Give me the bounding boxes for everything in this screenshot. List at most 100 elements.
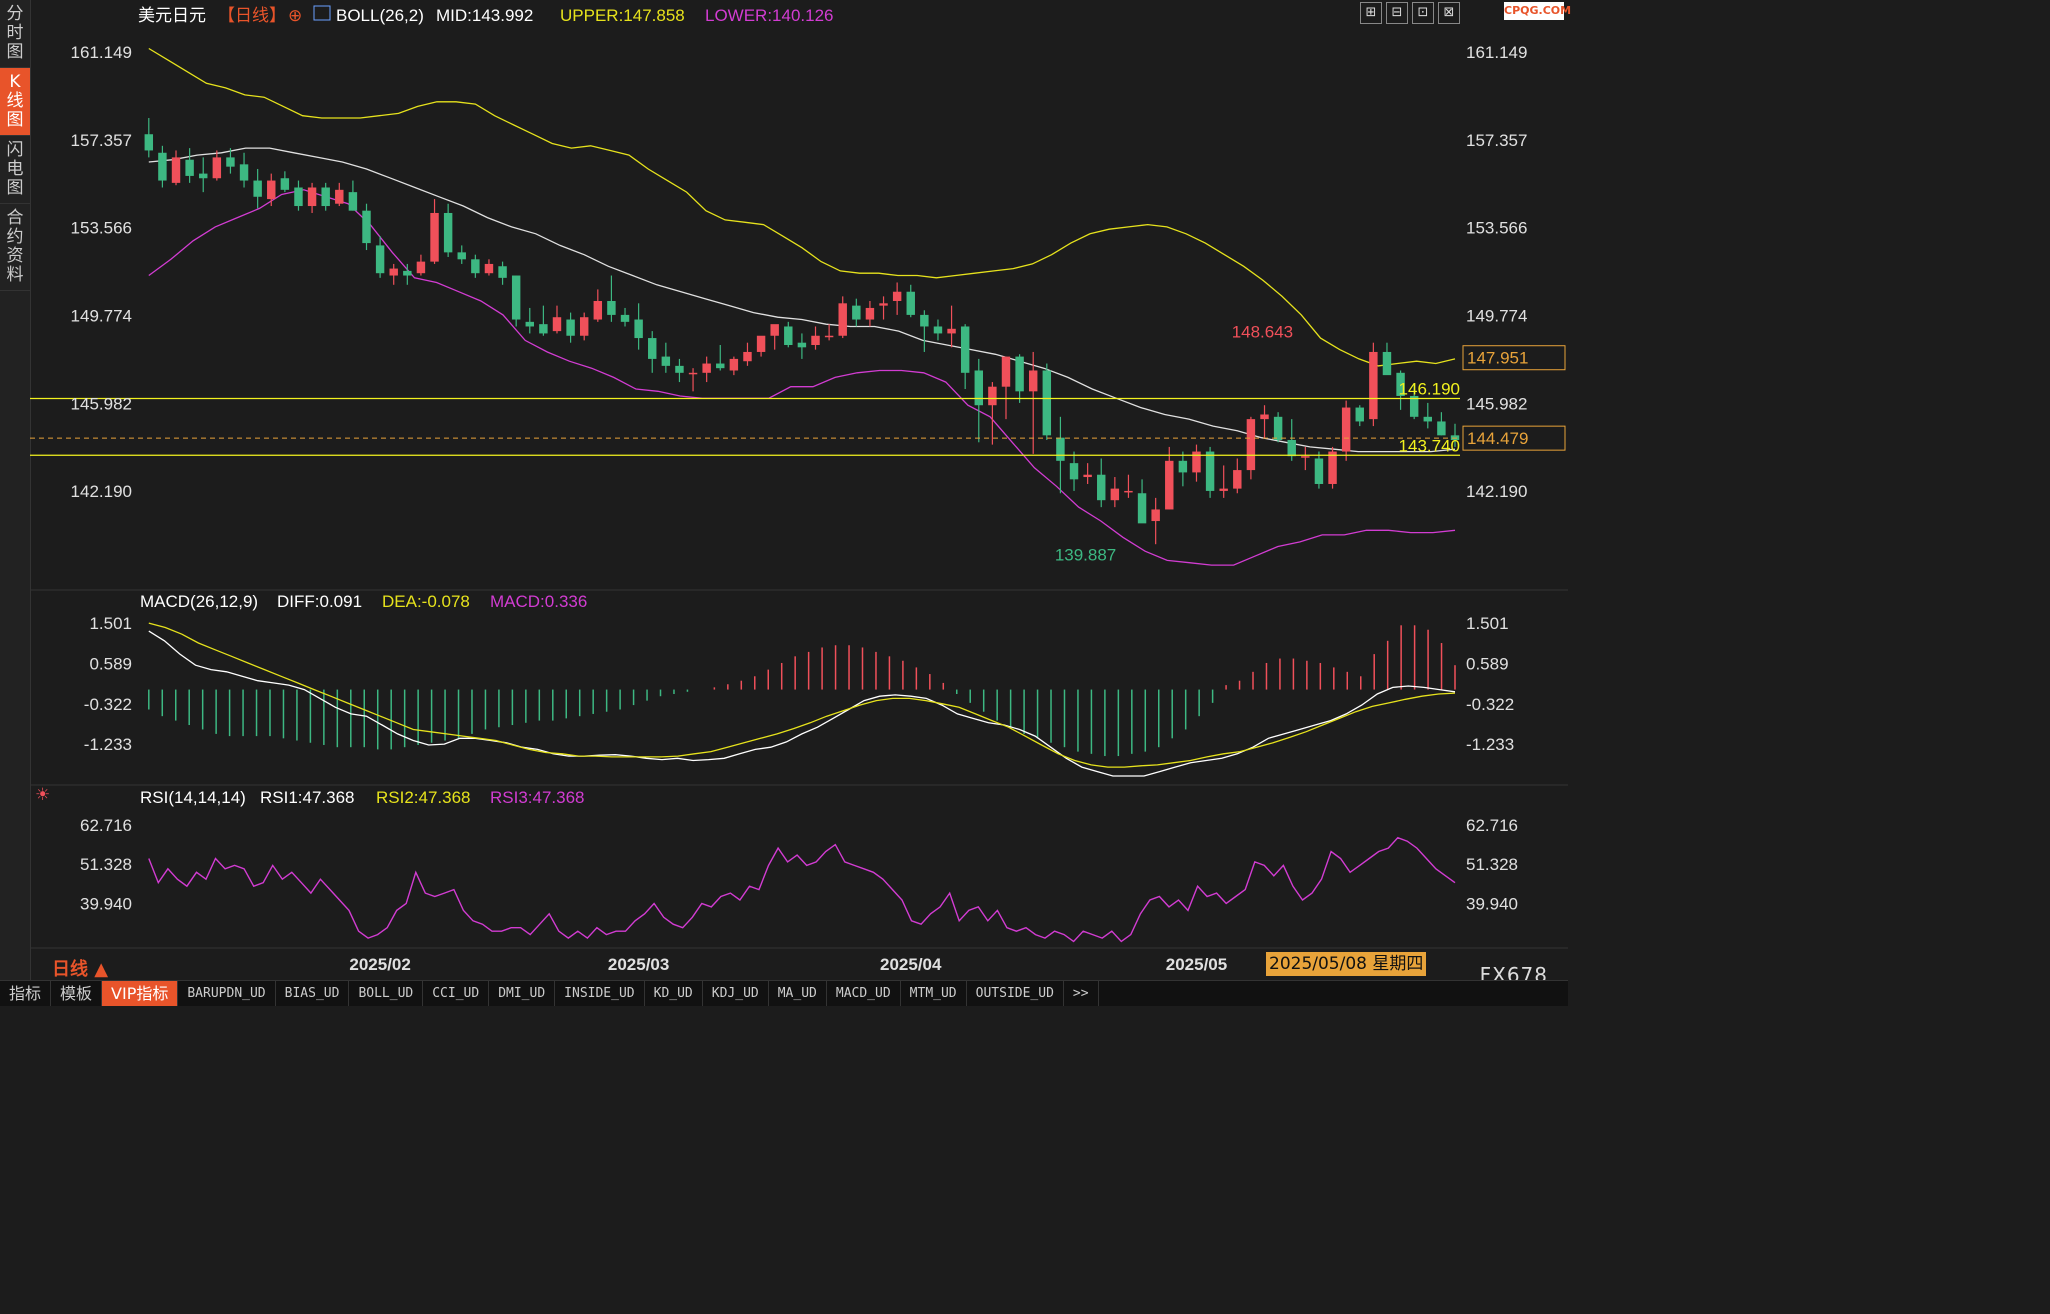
tab-mtm[interactable]: MTM_UD [901, 981, 967, 1006]
sidebar-tab-contract-info[interactable]: 合 约 资 料 [0, 204, 30, 291]
candle-body [1178, 460, 1188, 473]
candle-body [784, 326, 793, 346]
layout-close-icon[interactable]: ⊠ [1438, 2, 1460, 24]
rsi-y-tick-right: 51.328 [1466, 855, 1518, 874]
y-tick-right: 161.149 [1466, 43, 1527, 62]
candle-body [511, 275, 521, 320]
candle-body [811, 335, 820, 346]
price-tag: 144.479 [1467, 429, 1528, 448]
candle-body [552, 317, 562, 332]
macd-y-tick-right: 0.589 [1466, 654, 1509, 673]
period-label[interactable]: 日线 ▲ [52, 955, 108, 981]
candle-body [1165, 460, 1174, 510]
candle-body [498, 266, 507, 278]
rsi-name: RSI(14,14,14) [140, 788, 246, 807]
candle-body [171, 157, 181, 183]
candle-body [1301, 456, 1310, 458]
tab-outside[interactable]: OUTSIDE_UD [967, 981, 1064, 1006]
candle-body [1328, 451, 1337, 484]
y-tick-left: 153.566 [71, 219, 132, 238]
sidebar-tab-kline[interactable]: K 线 图 [0, 68, 30, 136]
boll-upper-line [148, 47, 1456, 367]
candle-body [1233, 470, 1242, 489]
boll-upper: UPPER:147.858 [560, 6, 685, 25]
y-tick-left: 161.149 [71, 43, 132, 62]
tab-macd[interactable]: MACD_UD [827, 981, 901, 1006]
candle-body [648, 338, 657, 359]
candle-body [1341, 407, 1351, 452]
candle-body [1437, 421, 1446, 436]
layout-grid-icon[interactable]: ⊞ [1360, 2, 1382, 24]
site-watermark: CPQG.COM [1504, 2, 1571, 20]
candle-body [797, 342, 807, 348]
candle-body [770, 324, 779, 336]
sidebar-tab-flash[interactable]: 闪 电 图 [0, 136, 30, 204]
symbol-title: 美元日元 [138, 6, 206, 25]
candle-body [1151, 509, 1160, 522]
layout-expand-icon[interactable]: ⊡ [1412, 2, 1434, 24]
candle-body [1382, 351, 1392, 376]
boll-lower-line [148, 189, 1456, 566]
y-tick-right: 142.190 [1466, 482, 1527, 501]
tab-bias[interactable]: BIAS_UD [276, 981, 350, 1006]
candle-body [688, 372, 698, 375]
candle-body [1042, 370, 1052, 436]
candle-body [1097, 474, 1106, 501]
tab-dmi[interactable]: DMI_UD [489, 981, 556, 1006]
candle-body [1083, 474, 1092, 478]
tab-kd[interactable]: KD_UD [645, 981, 703, 1006]
kline-chart[interactable]: 146.190 143.740 148.643 139.887 147.951 144.… [30, 0, 1568, 980]
tab-ma[interactable]: MA_UD [769, 981, 827, 1006]
candle-body [294, 187, 303, 207]
macd-y-tick-left: -0.322 [84, 695, 132, 714]
candle-body [1314, 458, 1324, 484]
tab-vip-indicators[interactable]: VIP指标 [102, 981, 179, 1006]
boll-lower: LOWER:140.126 [705, 6, 834, 25]
candle-body [1273, 416, 1283, 440]
candle-body [1124, 490, 1133, 493]
layout-split-icon[interactable]: ⊟ [1386, 2, 1408, 24]
y-tick-right: 153.566 [1466, 219, 1527, 238]
tab-more[interactable]: >> [1064, 981, 1099, 1006]
tab-boll[interactable]: BOLL_UD [349, 981, 424, 1006]
macd-y-tick-left: 0.589 [89, 654, 132, 673]
indicator-icon[interactable] [313, 5, 331, 21]
candle-body [1219, 488, 1228, 491]
tab-indicators[interactable]: 指标 [0, 981, 52, 1006]
candle-body [1028, 370, 1038, 392]
x-tick: 2025/02 [349, 955, 410, 974]
candle-body [743, 351, 752, 362]
candle-body [566, 319, 575, 336]
candle-body [525, 321, 534, 327]
rsi-y-tick-left: 62.716 [80, 816, 132, 835]
macd-diff: DIFF:0.091 [277, 592, 362, 611]
candle-body [362, 210, 371, 244]
candle-body [158, 152, 167, 181]
rsi-settings-icon[interactable]: ☀ [35, 785, 50, 804]
tab-inside[interactable]: INSIDE_UD [555, 981, 645, 1006]
candle-body [1287, 439, 1296, 457]
candle-body [947, 328, 956, 334]
candle-body [212, 157, 222, 179]
tab-templates[interactable]: 模板 [51, 981, 103, 1006]
tab-kdj[interactable]: KDJ_UD [703, 981, 769, 1006]
tab-barupdn[interactable]: BARUPDN_UD [178, 981, 276, 1006]
y-tick-left: 142.190 [71, 482, 132, 501]
macd-value: MACD:0.336 [490, 592, 587, 611]
candle-body [1355, 407, 1364, 422]
macd-y-tick-right: -1.233 [1466, 735, 1514, 754]
candle-body [824, 335, 834, 338]
rsi-y-tick-right: 62.716 [1466, 816, 1518, 835]
sidebar-tab-timeshare[interactable]: 分 时 图 [0, 0, 30, 68]
candle-body [1369, 351, 1378, 420]
horizontal-line-label: 146.190 [1399, 380, 1460, 399]
candle-body [675, 365, 684, 373]
horizontal-line-label: 143.740 [1399, 436, 1460, 455]
y-tick-left: 157.357 [71, 131, 132, 150]
rsi-line [148, 836, 1456, 943]
candle-body [852, 305, 861, 320]
tab-cci[interactable]: CCI_UD [423, 981, 490, 1006]
candle-body [307, 187, 317, 207]
crosshair-icon[interactable]: ⊕ [288, 6, 302, 25]
rsi3-value: RSI3:47.368 [490, 788, 585, 807]
